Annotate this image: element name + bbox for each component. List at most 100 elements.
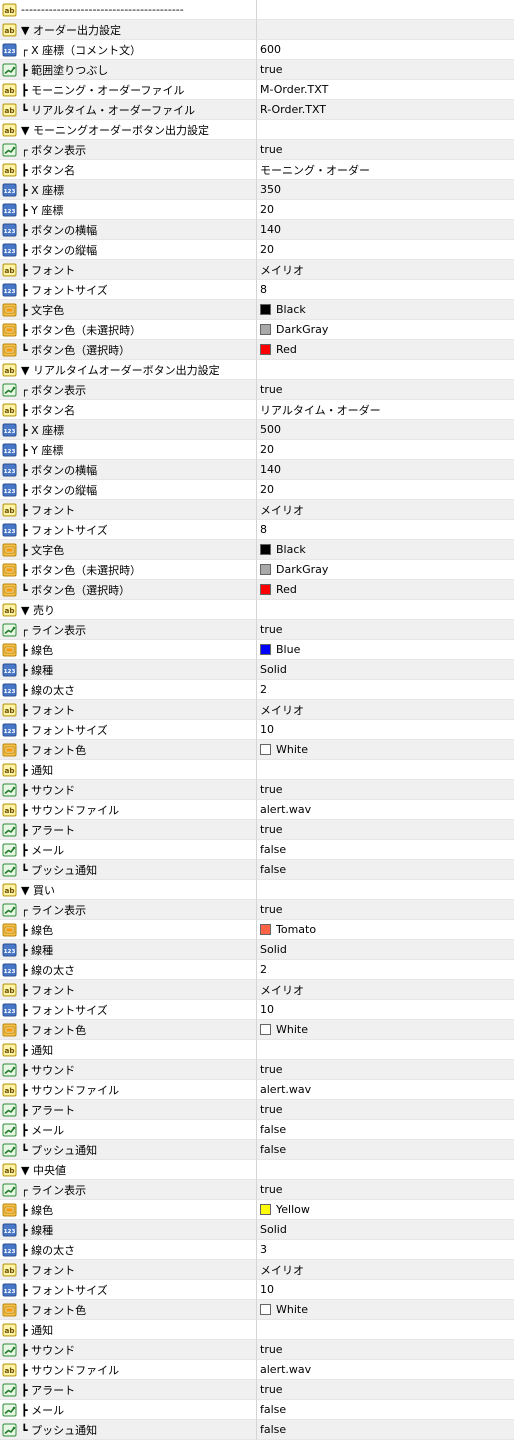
parameter-value-cell[interactable]: true	[257, 60, 514, 80]
parameter-value[interactable]: Black	[276, 303, 306, 316]
parameter-value-cell[interactable]: Solid	[257, 660, 514, 680]
parameter-row[interactable]: 123 ┣ 線の太さ 2	[0, 680, 514, 700]
parameter-value-cell[interactable]: 3	[257, 1240, 514, 1260]
parameter-row[interactable]: 123 ┣ 線種 Solid	[0, 940, 514, 960]
parameter-value[interactable]: 8	[260, 523, 267, 536]
parameter-row[interactable]: 123 ┣ X 座標 350	[0, 180, 514, 200]
parameter-value-cell[interactable]: true	[257, 140, 514, 160]
parameter-row[interactable]: ┌ ライン表示 true	[0, 900, 514, 920]
parameter-value-cell[interactable]: 20	[257, 200, 514, 220]
parameter-row[interactable]: ab ┣ 通知	[0, 1320, 514, 1340]
parameter-value-cell[interactable]: メイリオ	[257, 260, 514, 280]
parameter-row[interactable]: ab ┣ フォント メイリオ	[0, 980, 514, 1000]
parameter-row[interactable]: ┌ ライン表示 true	[0, 620, 514, 640]
parameter-value[interactable]: 20	[260, 243, 274, 256]
parameter-value[interactable]: DarkGray	[276, 323, 328, 336]
parameter-value-cell[interactable]: true	[257, 620, 514, 640]
parameter-value-cell[interactable]: 20	[257, 480, 514, 500]
parameter-value-cell[interactable]: true	[257, 900, 514, 920]
parameter-row[interactable]: ┣ メール false	[0, 1400, 514, 1420]
parameter-row[interactable]: 123 ┣ 線種 Solid	[0, 660, 514, 680]
parameter-value[interactable]: 20	[260, 443, 274, 456]
parameter-row[interactable]: ab ┣ フォント メイリオ	[0, 700, 514, 720]
parameter-row[interactable]: 123 ┣ Y 座標 20	[0, 440, 514, 460]
parameter-row[interactable]: ┣ アラート true	[0, 1380, 514, 1400]
parameter-value[interactable]: true	[260, 1183, 283, 1196]
parameter-row[interactable]: 123 ┣ ボタンの横幅 140	[0, 460, 514, 480]
parameter-value[interactable]: true	[260, 1063, 283, 1076]
parameter-value-cell[interactable]: 600	[257, 40, 514, 60]
parameter-value-cell[interactable]: 20	[257, 240, 514, 260]
parameter-value[interactable]: false	[260, 863, 286, 876]
parameter-value-cell[interactable]: Red	[257, 340, 514, 360]
parameter-value-cell[interactable]: Yellow	[257, 1200, 514, 1220]
parameter-row[interactable]: ┗ ボタン色（選択時） Red	[0, 340, 514, 360]
parameter-row[interactable]: 123 ┌ X 座標（コメント文） 600	[0, 40, 514, 60]
parameter-value-cell[interactable]: Solid	[257, 940, 514, 960]
parameter-row[interactable]: ┣ フォント色 White	[0, 1300, 514, 1320]
parameter-value[interactable]: Red	[276, 343, 297, 356]
parameter-row[interactable]: ┗ プッシュ通知 false	[0, 1420, 514, 1440]
parameter-row[interactable]: ab ┣ フォント メイリオ	[0, 500, 514, 520]
parameter-value-cell[interactable]: 140	[257, 220, 514, 240]
parameter-value-cell[interactable]: false	[257, 1400, 514, 1420]
parameter-value[interactable]: alert.wav	[260, 803, 311, 816]
parameter-row[interactable]: 123 ┣ 線の太さ 3	[0, 1240, 514, 1260]
parameter-value-cell[interactable]	[257, 0, 514, 20]
parameter-row[interactable]: ┣ 文字色 Black	[0, 300, 514, 320]
parameter-row[interactable]: ab ┣ ボタン名 モーニング・オーダー	[0, 160, 514, 180]
parameter-value-cell[interactable]: 10	[257, 720, 514, 740]
parameter-row[interactable]: ab ▼ 中央値	[0, 1160, 514, 1180]
parameter-row[interactable]: 123 ┣ ボタンの横幅 140	[0, 220, 514, 240]
parameter-value-cell[interactable]: true	[257, 1100, 514, 1120]
parameter-row[interactable]: ab ▼ オーダー出力設定	[0, 20, 514, 40]
parameter-value-cell[interactable]: M-Order.TXT	[257, 80, 514, 100]
parameter-value-cell[interactable]	[257, 760, 514, 780]
parameter-value-cell[interactable]: false	[257, 1140, 514, 1160]
parameter-value-cell[interactable]: 350	[257, 180, 514, 200]
parameter-row[interactable]: ┣ 線色 Tomato	[0, 920, 514, 940]
parameter-row[interactable]: ab ┣ ボタン名 リアルタイム・オーダー	[0, 400, 514, 420]
parameter-row[interactable]: ┌ ボタン表示 true	[0, 380, 514, 400]
parameter-value[interactable]: モーニング・オーダー	[260, 162, 370, 178]
parameter-value-cell[interactable]: メイリオ	[257, 1260, 514, 1280]
parameter-value-cell[interactable]: true	[257, 380, 514, 400]
parameter-value[interactable]: 10	[260, 1003, 274, 1016]
parameter-value-cell[interactable]: true	[257, 1180, 514, 1200]
parameter-value[interactable]: false	[260, 1403, 286, 1416]
parameter-value[interactable]: 10	[260, 723, 274, 736]
parameter-row[interactable]: ┣ 線色 Yellow	[0, 1200, 514, 1220]
parameter-value-cell[interactable]: モーニング・オーダー	[257, 160, 514, 180]
parameter-value-cell[interactable]: 2	[257, 680, 514, 700]
parameter-value[interactable]: Black	[276, 543, 306, 556]
parameter-row[interactable]: ┣ サウンド true	[0, 780, 514, 800]
parameter-value-cell[interactable]: false	[257, 1420, 514, 1440]
parameter-value[interactable]: メイリオ	[260, 702, 304, 718]
parameter-row[interactable]: ab ┣ モーニング・オーダーファイル M-Order.TXT	[0, 80, 514, 100]
parameter-value-cell[interactable]: true	[257, 820, 514, 840]
parameter-row[interactable]: 123 ┣ ボタンの縦幅 20	[0, 240, 514, 260]
parameter-value[interactable]: Red	[276, 583, 297, 596]
parameter-value-cell[interactable]: White	[257, 1300, 514, 1320]
parameter-value-cell[interactable]: false	[257, 860, 514, 880]
parameter-value[interactable]: M-Order.TXT	[260, 83, 328, 96]
parameter-row[interactable]: ┣ メール false	[0, 1120, 514, 1140]
parameter-row[interactable]: ab ┣ 通知	[0, 1040, 514, 1060]
parameter-value-cell[interactable]: 10	[257, 1280, 514, 1300]
parameter-value-cell[interactable]: 8	[257, 280, 514, 300]
parameter-value[interactable]: true	[260, 63, 283, 76]
parameter-value-cell[interactable]: 2	[257, 960, 514, 980]
parameter-row[interactable]: ┣ サウンド true	[0, 1060, 514, 1080]
parameter-value[interactable]: Solid	[260, 1223, 287, 1236]
parameter-row[interactable]: 123 ┣ フォントサイズ 8	[0, 280, 514, 300]
parameter-value[interactable]: Tomato	[276, 923, 316, 936]
parameter-value-cell[interactable]: Red	[257, 580, 514, 600]
parameter-row[interactable]: ┣ メール false	[0, 840, 514, 860]
parameter-value[interactable]: 3	[260, 1243, 267, 1256]
parameter-row[interactable]: ┣ アラート true	[0, 1100, 514, 1120]
parameter-value-cell[interactable]	[257, 1160, 514, 1180]
parameter-value-cell[interactable]: 500	[257, 420, 514, 440]
parameter-row[interactable]: ab ┣ サウンドファイル alert.wav	[0, 1360, 514, 1380]
parameter-value-cell[interactable]: false	[257, 840, 514, 860]
parameter-value[interactable]: 600	[260, 43, 281, 56]
